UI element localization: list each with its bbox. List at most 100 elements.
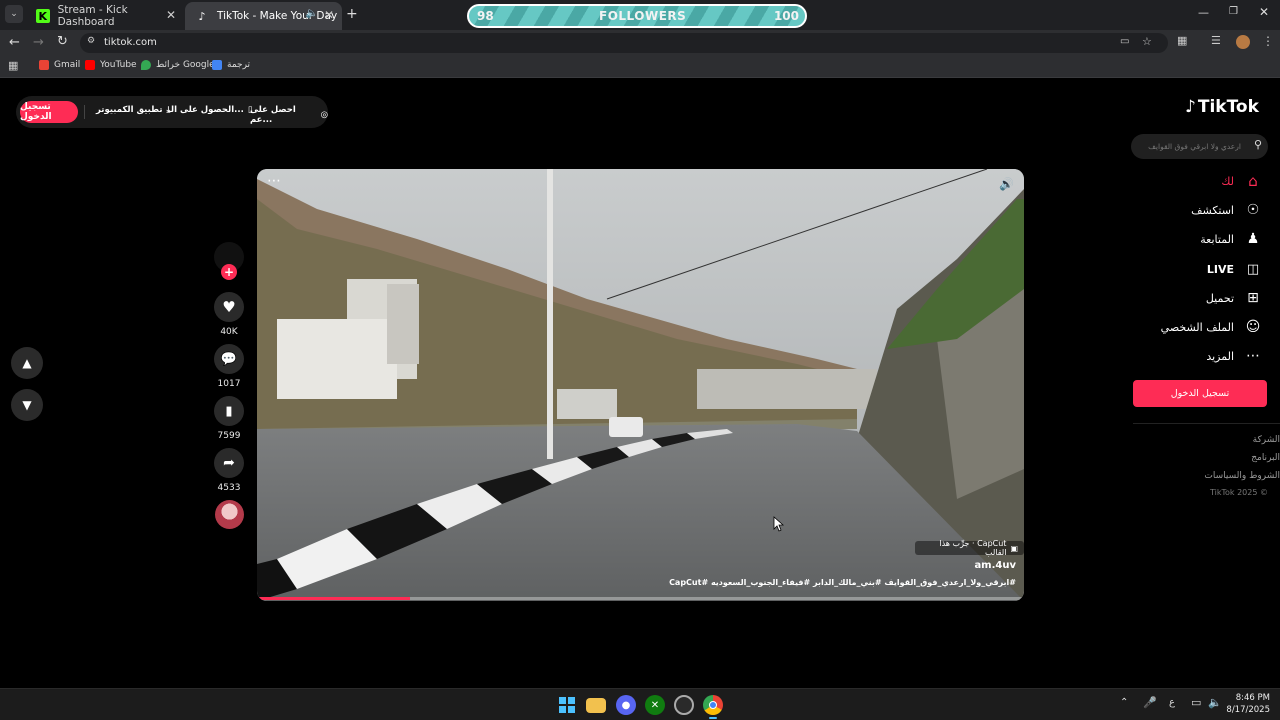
bookmark-label: Gmail bbox=[54, 60, 81, 70]
bookmark-maps[interactable]: خرائط Google bbox=[141, 60, 215, 70]
share-button[interactable]: ➦ bbox=[214, 448, 244, 478]
tiktok-logo[interactable]: ♪ TikTok bbox=[1185, 97, 1259, 117]
compass-icon: ☉ bbox=[1246, 202, 1260, 218]
clock[interactable]: 8:46 PM 8/17/2025 bbox=[1226, 692, 1270, 716]
video-progress-track[interactable] bbox=[257, 597, 1024, 600]
tray-overflow-icon[interactable]: ⌃ bbox=[1120, 697, 1128, 708]
sidebar-login-button[interactable]: تسجيل الدخول bbox=[1133, 380, 1267, 407]
restore-button[interactable]: ❐ bbox=[1229, 6, 1238, 17]
discord-icon[interactable]: ● bbox=[616, 695, 636, 715]
network-icon[interactable]: ▭ bbox=[1191, 696, 1201, 709]
comment-button[interactable]: 💬 bbox=[214, 344, 244, 374]
share-count: 4533 bbox=[217, 483, 241, 493]
sidebar-item-following[interactable]: ♟ المتابعة bbox=[1200, 230, 1262, 248]
extensions-icon[interactable]: ▦ bbox=[1177, 34, 1187, 47]
sidebar-item-for-you[interactable]: ⌂ لك bbox=[1221, 172, 1262, 190]
new-tab-button[interactable]: + bbox=[346, 6, 358, 22]
file-explorer-icon[interactable] bbox=[586, 698, 606, 713]
tab-list-dropdown-button[interactable]: ⌄ bbox=[5, 5, 23, 23]
xbox-icon[interactable]: ✕ bbox=[645, 695, 665, 715]
video-hashtags[interactable]: #ابرقي_ولا_ارعدي_فوق_القوايف #بني_مالك_ا… bbox=[669, 578, 1016, 587]
get-app-label: الحصول على الـ... bbox=[168, 105, 244, 115]
follow-button[interactable]: + bbox=[221, 264, 237, 280]
bookmark-translate[interactable]: ترجمة bbox=[212, 60, 250, 70]
bookmark-youtube[interactable]: YouTube bbox=[85, 60, 137, 70]
bookmark-star-icon[interactable]: ☆ bbox=[1142, 35, 1152, 48]
volume-tray-icon[interactable]: 🔈 bbox=[1208, 696, 1222, 709]
windows-start-icon[interactable] bbox=[557, 695, 577, 715]
back-icon[interactable]: ← bbox=[9, 35, 20, 50]
sidebar-item-live[interactable]: ◫ LIVE bbox=[1207, 260, 1262, 278]
address-bar[interactable]: ⚙ tiktok.com ▭ ☆ bbox=[80, 33, 1168, 53]
header-actions: تسجيل الدخول تطبيق الكمبيوتر ⤓ الحصول عل… bbox=[16, 96, 328, 128]
reload-icon[interactable]: ↻ bbox=[57, 34, 68, 49]
chevron-down-icon: ⌄ bbox=[10, 9, 18, 19]
video-author[interactable]: am.4uv bbox=[974, 560, 1016, 571]
get-coins-link[interactable]: احصل على عم... ◎ bbox=[250, 105, 328, 125]
followers-current: 98 bbox=[477, 9, 494, 23]
tab-kick-dashboard[interactable]: K Stream - Kick Dashboard ✕ bbox=[26, 2, 184, 30]
forward-icon[interactable]: → bbox=[33, 35, 44, 50]
site-info-icon[interactable]: ⚙ bbox=[87, 36, 95, 46]
search-input[interactable] bbox=[1139, 138, 1241, 155]
get-coins-label: احصل على عم... bbox=[250, 105, 296, 125]
save-button[interactable]: ▮ bbox=[214, 396, 244, 426]
speaker-icon[interactable]: 🔈 bbox=[306, 8, 318, 19]
chevron-down-icon: ▼ bbox=[22, 398, 32, 412]
close-window-button[interactable]: ✕ bbox=[1259, 5, 1269, 19]
next-video-button[interactable]: ▼ bbox=[11, 389, 43, 421]
close-icon[interactable]: ✕ bbox=[324, 8, 334, 22]
share-icon: ➦ bbox=[223, 455, 235, 471]
cast-icon[interactable]: ▭ bbox=[1120, 36, 1129, 47]
sidebar-item-label: المتابعة bbox=[1200, 232, 1234, 246]
sidebar-item-label: لك bbox=[1221, 174, 1234, 188]
sidebar-item-explore[interactable]: ☉ استكشف bbox=[1191, 201, 1262, 219]
search-box[interactable]: ⚲ bbox=[1131, 134, 1268, 159]
microphone-icon[interactable]: 🎤 bbox=[1143, 696, 1157, 709]
like-count: 40K bbox=[220, 327, 238, 337]
like-button[interactable]: ♥ bbox=[214, 292, 244, 322]
translate-icon bbox=[212, 60, 222, 70]
youtube-icon bbox=[85, 60, 95, 70]
tiktok-page: تسجيل الدخول تطبيق الكمبيوتر ⤓ الحصول عل… bbox=[0, 79, 1280, 688]
video-player[interactable]: ⋯ 🔊 ▣ CapCut · جرِّب هذا القالب am.4uv #… bbox=[257, 169, 1024, 601]
footer-program-link[interactable]: البرنامج bbox=[1251, 453, 1280, 463]
language-indicator[interactable]: ع bbox=[1169, 697, 1175, 708]
sidebar-item-profile[interactable]: ☺ الملف الشخصي bbox=[1161, 318, 1262, 336]
bookmark-gmail[interactable]: Gmail bbox=[39, 60, 80, 70]
previous-video-button[interactable]: ▲ bbox=[11, 347, 43, 379]
sidebar-login-label: تسجيل الدخول bbox=[1170, 388, 1230, 399]
tab-tiktok[interactable]: ♪ TikTok - Make Your Day 🔈 ✕ bbox=[185, 2, 342, 30]
sidebar-item-label: تحميل bbox=[1205, 291, 1234, 305]
minimize-button[interactable]: — bbox=[1198, 6, 1209, 19]
bookmark-label: ترجمة bbox=[227, 60, 251, 70]
header-login-button[interactable]: تسجيل الدخول bbox=[20, 101, 78, 123]
get-app-link[interactable]: الحصول على الـ... ▯ bbox=[168, 105, 253, 115]
sidebar-item-upload[interactable]: ⊞ تحميل bbox=[1206, 289, 1262, 307]
capture-app-icon[interactable] bbox=[674, 695, 694, 715]
media-control-icon[interactable]: ☰ bbox=[1211, 34, 1221, 47]
profile-avatar[interactable] bbox=[1236, 35, 1250, 49]
gmail-icon bbox=[39, 60, 49, 70]
bookmark-label: YouTube bbox=[100, 60, 137, 70]
sidebar-item-more[interactable]: ⋯ المزيد bbox=[1206, 347, 1262, 365]
footer-terms-link[interactable]: الشروط والسياسات bbox=[1204, 471, 1280, 481]
chrome-icon[interactable] bbox=[703, 695, 723, 715]
coin-icon: ◎ bbox=[320, 110, 328, 120]
close-icon[interactable]: ✕ bbox=[166, 8, 176, 22]
desktop-app-label: تطبيق الكمبيوتر bbox=[96, 105, 163, 115]
search-icon[interactable]: ⚲ bbox=[1254, 138, 1262, 151]
upload-icon: ⊞ bbox=[1247, 290, 1259, 306]
capcut-badge[interactable]: ▣ CapCut · جرِّب هذا القالب bbox=[915, 539, 1024, 557]
sidebar-item-label: المزيد bbox=[1206, 349, 1234, 363]
volume-icon[interactable]: 🔊 bbox=[999, 177, 1014, 191]
desktop-app-link[interactable]: تطبيق الكمبيوتر ⤓ bbox=[96, 105, 170, 115]
kebab-menu-icon[interactable]: ⋮ bbox=[1262, 34, 1274, 48]
video-frame bbox=[257, 169, 1024, 601]
more-options-icon[interactable]: ⋯ bbox=[267, 173, 281, 189]
sidebar-item-label: الملف الشخصي bbox=[1160, 320, 1234, 334]
windows-taskbar: ● ✕ ⌃ 🎤 ع ▭ 🔈 8:46 PM 8/17/2025 bbox=[0, 688, 1280, 720]
footer-company-link[interactable]: الشركة bbox=[1253, 435, 1280, 445]
apps-grid-icon[interactable]: ▦ bbox=[8, 59, 18, 72]
sound-avatar[interactable] bbox=[215, 500, 244, 529]
